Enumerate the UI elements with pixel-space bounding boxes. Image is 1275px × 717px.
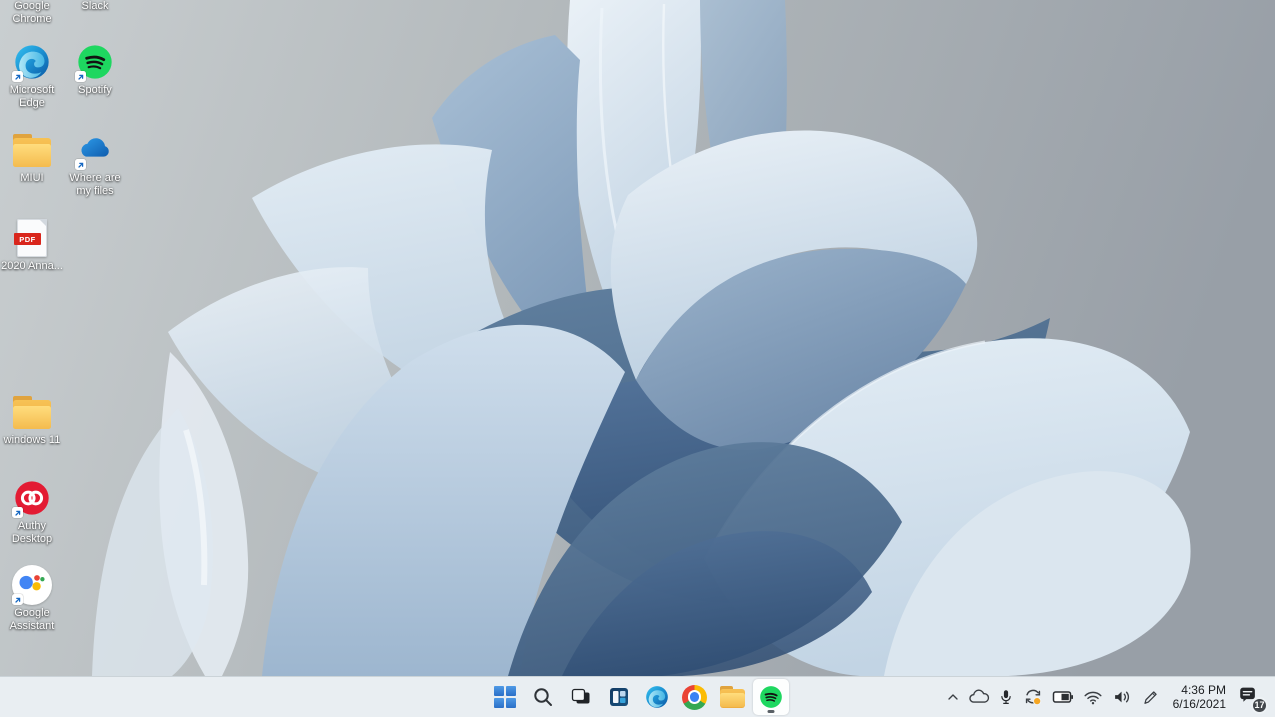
icon-label: windows 11 xyxy=(4,434,61,447)
pen-icon xyxy=(1140,687,1160,707)
volume-tray-button[interactable] xyxy=(1111,687,1133,707)
chevron-up-icon xyxy=(945,687,961,707)
time-label: 4:36 PM xyxy=(1181,683,1226,697)
desktop-icon-2020-anna-pdf[interactable]: PDF 2020 Anna... xyxy=(0,218,64,273)
shortcut-arrow-icon xyxy=(75,71,86,82)
desktop-icon-miui-folder[interactable]: MIUI xyxy=(0,130,64,185)
search-button[interactable] xyxy=(525,679,561,715)
wifi-tray-button[interactable] xyxy=(1082,687,1104,707)
battery-tray-button[interactable] xyxy=(1051,687,1075,707)
date-label: 6/16/2021 xyxy=(1173,697,1226,711)
desktop-icon-spotify[interactable]: Spotify xyxy=(63,42,127,97)
sync-alert-icon xyxy=(1022,686,1044,708)
battery-icon xyxy=(1051,687,1075,707)
shortcut-arrow-icon xyxy=(12,594,23,605)
icon-label: Spotify xyxy=(78,84,112,97)
taskbar-center-icons xyxy=(487,677,789,717)
chrome-icon xyxy=(682,685,707,710)
icon-label: Slack xyxy=(82,0,109,13)
edge-icon xyxy=(644,684,670,710)
sync-status-tray-button[interactable] xyxy=(1022,686,1044,708)
onedrive-tray-button[interactable] xyxy=(968,687,990,707)
task-view-icon xyxy=(569,685,593,709)
icon-label: Microsoft Edge xyxy=(0,84,64,110)
notification-center-button[interactable]: 17 xyxy=(1237,684,1259,711)
start-button[interactable] xyxy=(487,679,523,715)
shortcut-arrow-icon xyxy=(12,71,23,82)
hidden-icons-chevron[interactable] xyxy=(945,687,961,707)
spotify-taskbar-button[interactable] xyxy=(753,679,789,715)
task-view-button[interactable] xyxy=(563,679,599,715)
spotify-icon xyxy=(758,684,784,710)
icon-label: 2020 Anna... xyxy=(1,260,63,273)
taskbar: 4:36 PM 6/16/2021 17 xyxy=(0,676,1275,717)
pdf-icon: PDF xyxy=(17,219,47,257)
desktop-icon-google-assistant[interactable]: Google Assistant xyxy=(0,565,64,633)
file-explorer-button[interactable] xyxy=(715,679,751,715)
cloud-onedrive-icon xyxy=(968,687,990,707)
pen-tray-button[interactable] xyxy=(1140,687,1160,707)
widgets-button[interactable] xyxy=(601,679,637,715)
search-icon xyxy=(531,685,555,709)
notification-count-badge: 17 xyxy=(1251,697,1268,714)
edge-taskbar-button[interactable] xyxy=(639,679,675,715)
icon-label: Where are my files xyxy=(63,172,127,198)
running-app-indicator xyxy=(767,710,774,713)
chrome-taskbar-button[interactable] xyxy=(677,679,713,715)
icon-label: Google Assistant xyxy=(0,607,64,633)
icon-label: Authy Desktop xyxy=(0,520,64,546)
shortcut-arrow-icon xyxy=(12,507,23,518)
pdf-badge: PDF xyxy=(14,233,41,245)
desktop-icon-microsoft-edge[interactable]: Microsoft Edge xyxy=(0,42,64,110)
folder-icon xyxy=(12,396,52,429)
microphone-tray-button[interactable] xyxy=(997,686,1015,708)
icon-label: MIUI xyxy=(20,172,43,185)
windows-11-desktop: Google Chrome Slack xyxy=(0,0,1275,717)
windows-start-icon xyxy=(494,686,516,708)
desktop-icon-where-are-my-files[interactable]: Where are my files xyxy=(63,130,127,198)
folder-icon xyxy=(719,686,746,708)
wifi-icon xyxy=(1082,687,1104,707)
desktop-icon-authy-desktop[interactable]: Authy Desktop xyxy=(0,478,64,546)
desktop-icon-area: Google Chrome Slack xyxy=(0,0,200,676)
desktop-icon-slack[interactable]: Slack xyxy=(63,0,127,13)
desktop-icon-google-chrome[interactable]: Google Chrome xyxy=(0,0,64,26)
volume-icon xyxy=(1111,687,1133,707)
microphone-icon xyxy=(997,686,1015,708)
system-tray: 4:36 PM 6/16/2021 17 xyxy=(945,677,1269,717)
widgets-icon xyxy=(607,685,631,709)
icon-label: Google Chrome xyxy=(0,0,64,26)
folder-icon xyxy=(12,134,52,167)
shortcut-arrow-icon xyxy=(75,159,86,170)
desktop-icon-windows-11-folder[interactable]: windows 11 xyxy=(0,392,64,447)
clock[interactable]: 4:36 PM 6/16/2021 xyxy=(1173,683,1226,711)
